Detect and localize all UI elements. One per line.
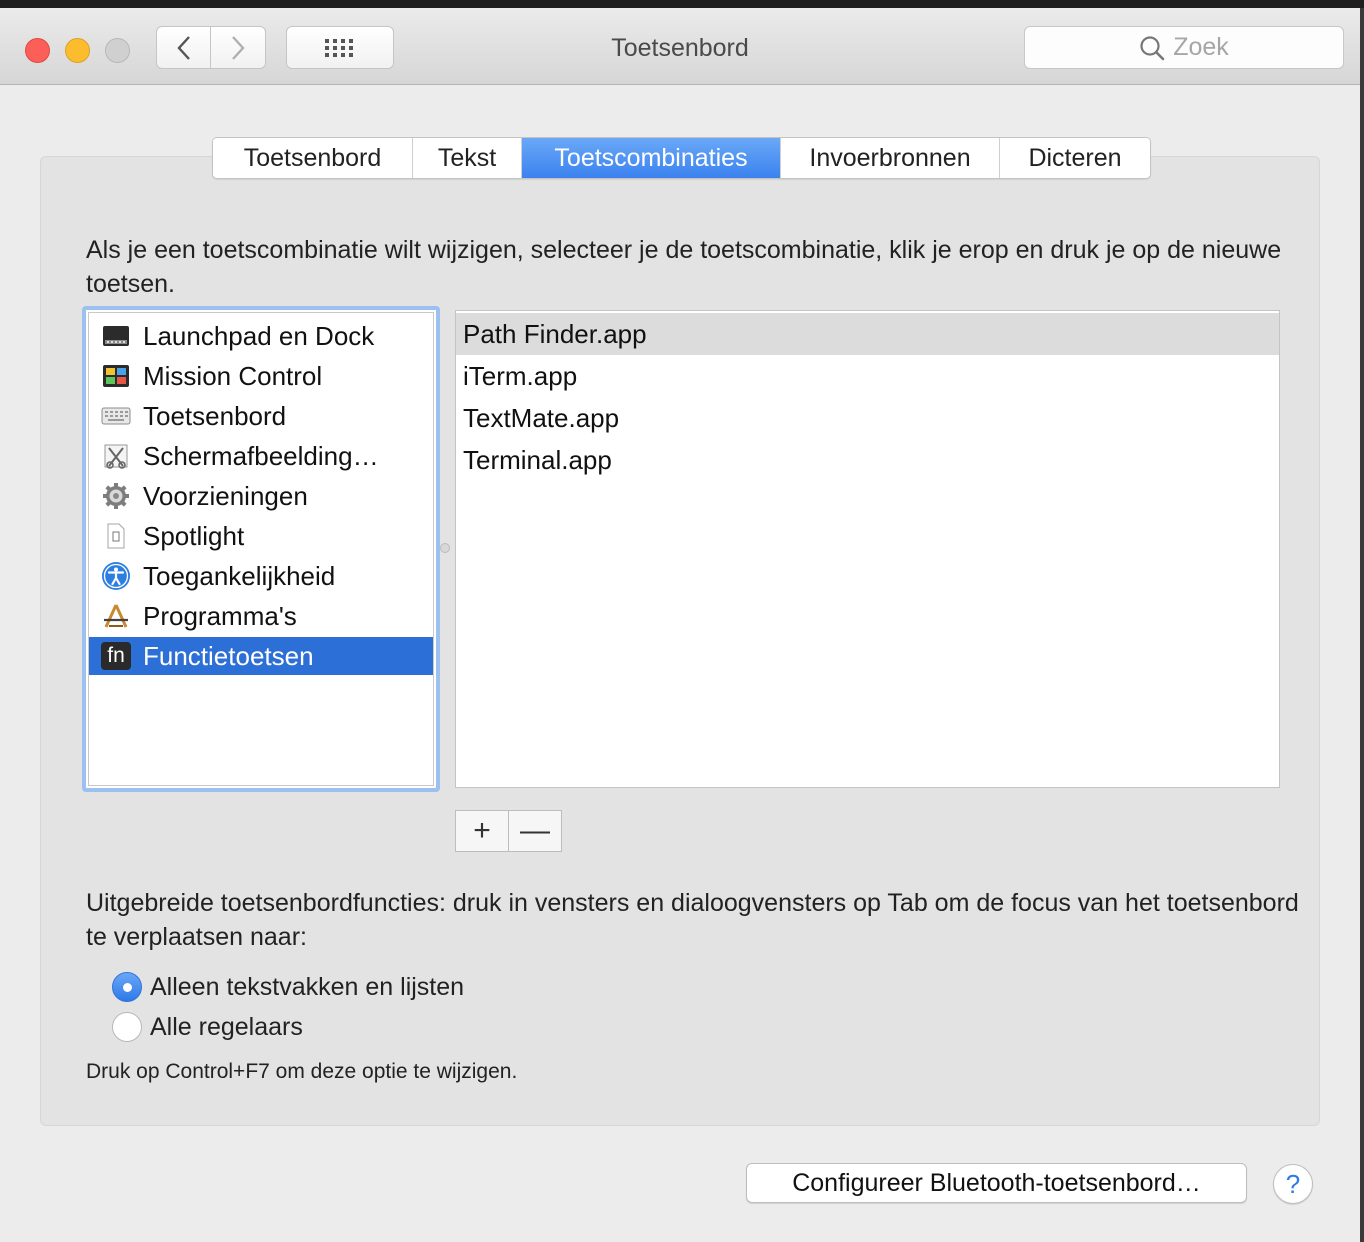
add-button[interactable]: +: [456, 811, 509, 851]
add-remove-controls: + —: [455, 810, 562, 852]
grid-icon: [325, 38, 353, 57]
configure-bluetooth-keyboard-button[interactable]: Configureer Bluetooth-toetsenbord…: [746, 1163, 1247, 1203]
tab-tekst[interactable]: Tekst: [413, 138, 522, 178]
list-item[interactable]: Path Finder.app: [456, 313, 1279, 355]
show-all-button[interactable]: [286, 26, 394, 69]
chevron-right-icon: [232, 35, 245, 60]
back-button[interactable]: [156, 26, 211, 69]
category-item-programmas[interactable]: Programma's: [89, 597, 433, 635]
remove-button[interactable]: —: [509, 811, 561, 851]
category-item-mission-control[interactable]: Mission Control: [89, 357, 433, 395]
tab-dicteren[interactable]: Dicteren: [1000, 138, 1150, 178]
radio-label: Alle regelaars: [150, 1012, 303, 1041]
help-button[interactable]: ?: [1273, 1164, 1313, 1204]
control-f7-hint: Druk op Control+F7 om deze optie te wijz…: [86, 1060, 518, 1083]
category-label: Launchpad en Dock: [143, 320, 375, 351]
window-edge: [1360, 8, 1364, 1242]
title-bar: Toetsenbord Zoek: [0, 8, 1360, 85]
search-icon: [1140, 35, 1165, 60]
radio-all-controls[interactable]: Alle regelaars: [112, 1011, 303, 1043]
category-item-voorzieningen[interactable]: Voorzieningen: [89, 477, 433, 515]
keyboard-access-description: Uitgebreide toetsenbordfuncties: druk in…: [86, 889, 1299, 951]
search-field[interactable]: Zoek: [1024, 26, 1344, 69]
mission-control-icon: [101, 361, 131, 391]
screenshot-icon: [101, 441, 131, 471]
list-item[interactable]: Terminal.app: [456, 439, 1279, 481]
category-label: Toegankelijkheid: [143, 560, 336, 591]
list-item[interactable]: iTerm.app: [456, 355, 1279, 397]
help-icon: ?: [1285, 1168, 1301, 1199]
category-item-schermafbeelding[interactable]: Schermafbeelding…: [89, 437, 433, 475]
category-label: Toetsenbord: [143, 400, 287, 431]
category-label: Schermafbeelding…: [143, 440, 379, 471]
forward-button[interactable]: [210, 26, 266, 69]
close-window-button[interactable]: [25, 38, 50, 63]
minimize-window-button[interactable]: [65, 38, 90, 63]
menu-bar-edge: [0, 0, 1364, 8]
search-placeholder: Zoek: [1173, 33, 1229, 61]
category-label: Voorzieningen: [143, 480, 308, 511]
split-view-handle[interactable]: [440, 543, 450, 553]
fn-key-icon: fn: [101, 642, 131, 670]
radio-text-boxes-lists[interactable]: Alleen tekstvakken en lijsten: [112, 971, 464, 1003]
category-list-frame: Launchpad en Dock Mission Control Toetse…: [88, 312, 434, 786]
category-label: Functietoetsen: [143, 640, 314, 671]
category-item-toegankelijkheid[interactable]: Toegankelijkheid: [89, 557, 433, 595]
category-label: Programma's: [143, 600, 297, 631]
gear-icon: [101, 481, 131, 511]
category-item-toetsenbord[interactable]: Toetsenbord: [89, 397, 433, 435]
radio-button-selected[interactable]: [112, 972, 142, 1002]
tab-toetscombinaties[interactable]: Toetscombinaties: [522, 138, 781, 178]
category-item-launchpad-dock[interactable]: Launchpad en Dock: [89, 317, 433, 355]
launchpad-dock-icon: [101, 321, 131, 351]
tab-toetsenbord[interactable]: Toetsenbord: [213, 138, 413, 178]
category-label: Mission Control: [143, 360, 323, 391]
radio-button[interactable]: [112, 1012, 142, 1042]
instruction-text: Als je een toetscombinatie wilt wijzigen…: [86, 236, 1282, 298]
keyboard-icon: [101, 401, 131, 431]
radio-label: Alleen tekstvakken en lijsten: [150, 972, 465, 1001]
accessibility-icon: [101, 561, 131, 591]
tab-invoerbronnen[interactable]: Invoerbronnen: [781, 138, 1000, 178]
app-shortcut-list[interactable]: Path Finder.app iTerm.app TextMate.app T…: [455, 310, 1280, 788]
list-item[interactable]: TextMate.app: [456, 397, 1279, 439]
applications-icon: [101, 601, 131, 631]
zoom-window-button[interactable]: [105, 38, 130, 63]
category-item-spotlight[interactable]: Spotlight: [89, 517, 433, 555]
category-list[interactable]: Launchpad en Dock Mission Control Toetse…: [82, 306, 440, 792]
chevron-left-icon: [176, 35, 190, 60]
tab-bar: Toetsenbord Tekst Toetscombinaties Invoe…: [212, 137, 1151, 179]
category-label: Spotlight: [143, 520, 245, 551]
spotlight-document-icon: [101, 521, 131, 551]
window-title: Toetsenbord: [611, 34, 749, 62]
category-item-functietoetsen[interactable]: fn Functietoetsen: [89, 637, 433, 675]
